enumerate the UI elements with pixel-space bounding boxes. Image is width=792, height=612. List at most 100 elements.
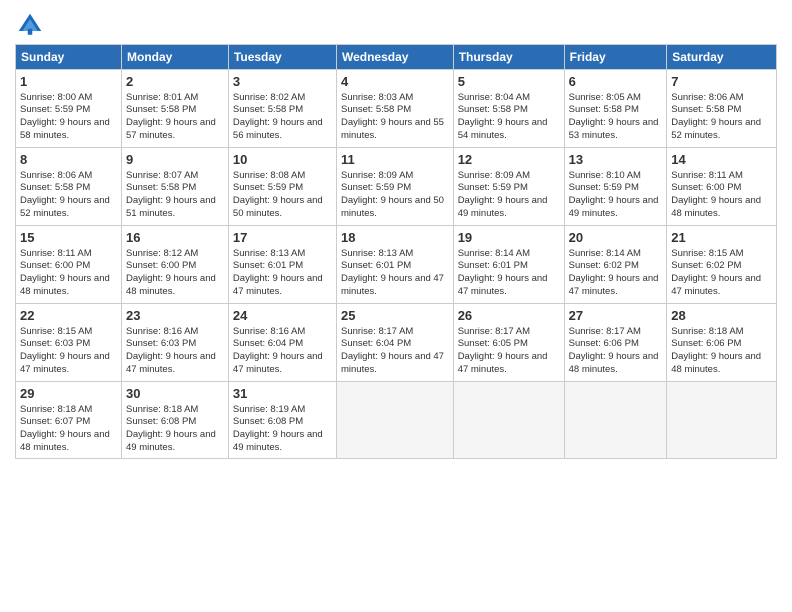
sunset-label: Sunset: 5:58 PM xyxy=(126,104,196,115)
calendar-cell: 5Sunrise: 8:04 AMSunset: 5:58 PMDaylight… xyxy=(453,70,564,148)
day-number: 7 xyxy=(671,73,772,91)
sunrise-label: Sunrise: 8:13 AM xyxy=(341,248,413,259)
sunset-label: Sunset: 6:03 PM xyxy=(126,338,196,349)
day-number: 3 xyxy=(233,73,332,91)
sunset-label: Sunset: 6:01 PM xyxy=(458,260,528,271)
daylight-label: Daylight: 9 hours and 50 minutes. xyxy=(341,195,444,219)
daylight-label: Daylight: 9 hours and 58 minutes. xyxy=(20,117,110,141)
calendar-cell: 9Sunrise: 8:07 AMSunset: 5:58 PMDaylight… xyxy=(122,148,229,226)
sunset-label: Sunset: 5:58 PM xyxy=(458,104,528,115)
sunrise-label: Sunrise: 8:05 AM xyxy=(569,92,641,103)
sunrise-label: Sunrise: 8:10 AM xyxy=(569,170,641,181)
calendar-cell: 10Sunrise: 8:08 AMSunset: 5:59 PMDayligh… xyxy=(228,148,336,226)
sunrise-label: Sunrise: 8:16 AM xyxy=(233,326,305,337)
calendar-cell: 8Sunrise: 8:06 AMSunset: 5:58 PMDaylight… xyxy=(16,148,122,226)
header-row xyxy=(15,10,777,40)
week-row-5: 29Sunrise: 8:18 AMSunset: 6:07 PMDayligh… xyxy=(16,382,777,459)
sunrise-label: Sunrise: 8:11 AM xyxy=(671,170,743,181)
calendar-cell: 25Sunrise: 8:17 AMSunset: 6:04 PM Dayligh… xyxy=(336,304,453,382)
daylight-label: Daylight: 9 hours and 47 minutes. xyxy=(458,351,548,375)
day-number: 23 xyxy=(126,307,224,325)
sunset-label: Sunset: 5:59 PM xyxy=(341,182,411,193)
sunrise-label: Sunrise: 8:03 AM xyxy=(341,92,413,103)
day-number: 1 xyxy=(20,73,117,91)
day-number: 16 xyxy=(126,229,224,247)
sunset-label: Sunset: 6:06 PM xyxy=(671,338,741,349)
daylight-label: Daylight: 9 hours and 50 minutes. xyxy=(233,195,323,219)
day-number: 31 xyxy=(233,385,332,403)
sunrise-label: Sunrise: 8:17 AM xyxy=(569,326,641,337)
daylight-label: Daylight: 9 hours and 48 minutes. xyxy=(20,273,110,297)
sunrise-label: Sunrise: 8:15 AM xyxy=(20,326,92,337)
sunset-label: Sunset: 6:06 PM xyxy=(569,338,639,349)
weekday-header-monday: Monday xyxy=(122,45,229,70)
calendar-cell: 30Sunrise: 8:18 AMSunset: 6:08 PMDayligh… xyxy=(122,382,229,459)
sunset-label: Sunset: 6:04 PM xyxy=(341,338,411,349)
calendar-cell: 21Sunrise: 8:15 AMSunset: 6:02 PMDayligh… xyxy=(667,226,777,304)
weekday-header-saturday: Saturday xyxy=(667,45,777,70)
sunrise-label: Sunrise: 8:18 AM xyxy=(20,404,92,415)
sunset-label: Sunset: 6:05 PM xyxy=(458,338,528,349)
sunrise-label: Sunrise: 8:11 AM xyxy=(20,248,92,259)
weekday-header-thursday: Thursday xyxy=(453,45,564,70)
daylight-label: Daylight: 9 hours and 56 minutes. xyxy=(233,117,323,141)
daylight-label: Daylight: 9 hours and 49 minutes. xyxy=(569,195,659,219)
calendar-cell: 20Sunrise: 8:14 AMSunset: 6:02 PMDayligh… xyxy=(564,226,667,304)
calendar-cell: 23Sunrise: 8:16 AMSunset: 6:03 PM Dayligh… xyxy=(122,304,229,382)
sunrise-label: Sunrise: 8:04 AM xyxy=(458,92,530,103)
daylight-label: Daylight: 9 hours and 57 minutes. xyxy=(126,117,216,141)
calendar-cell: 28Sunrise: 8:18 AMSunset: 6:06 PMDayligh… xyxy=(667,304,777,382)
calendar-cell: 11Sunrise: 8:09 AMSunset: 5:59 PMDayligh… xyxy=(336,148,453,226)
sunset-label: Sunset: 6:02 PM xyxy=(569,260,639,271)
day-number: 18 xyxy=(341,229,449,247)
sunrise-label: Sunrise: 8:17 AM xyxy=(341,326,413,337)
daylight-label: Daylight: 9 hours and 48 minutes. xyxy=(671,351,761,375)
calendar-cell: 6Sunrise: 8:05 AMSunset: 5:58 PMDaylight… xyxy=(564,70,667,148)
sunrise-label: Sunrise: 8:18 AM xyxy=(126,404,198,415)
sunset-label: Sunset: 6:02 PM xyxy=(671,260,741,271)
daylight-label: Daylight: 9 hours and 47 minutes. xyxy=(341,351,444,375)
sunrise-label: Sunrise: 8:00 AM xyxy=(20,92,92,103)
sunset-label: Sunset: 5:58 PM xyxy=(341,104,411,115)
sunset-label: Sunset: 5:58 PM xyxy=(126,182,196,193)
calendar-cell: 2Sunrise: 8:01 AMSunset: 5:58 PMDaylight… xyxy=(122,70,229,148)
day-number: 4 xyxy=(341,73,449,91)
daylight-label: Daylight: 9 hours and 53 minutes. xyxy=(569,117,659,141)
week-row-1: 1Sunrise: 8:00 AMSunset: 5:59 PMDaylight… xyxy=(16,70,777,148)
sunrise-label: Sunrise: 8:06 AM xyxy=(20,170,92,181)
sunrise-label: Sunrise: 8:13 AM xyxy=(233,248,305,259)
sunset-label: Sunset: 6:03 PM xyxy=(20,338,90,349)
sunset-label: Sunset: 5:59 PM xyxy=(458,182,528,193)
calendar-cell: 3Sunrise: 8:02 AMSunset: 5:58 PMDaylight… xyxy=(228,70,336,148)
calendar-cell xyxy=(336,382,453,459)
day-number: 29 xyxy=(20,385,117,403)
day-number: 20 xyxy=(569,229,663,247)
sunset-label: Sunset: 6:01 PM xyxy=(233,260,303,271)
sunrise-label: Sunrise: 8:16 AM xyxy=(126,326,198,337)
sunrise-label: Sunrise: 8:14 AM xyxy=(569,248,641,259)
weekday-header-sunday: Sunday xyxy=(16,45,122,70)
daylight-label: Daylight: 9 hours and 47 minutes. xyxy=(126,351,216,375)
daylight-label: Daylight: 9 hours and 55 minutes. xyxy=(341,117,444,141)
day-number: 8 xyxy=(20,151,117,169)
calendar-cell: 1Sunrise: 8:00 AMSunset: 5:59 PMDaylight… xyxy=(16,70,122,148)
daylight-label: Daylight: 9 hours and 47 minutes. xyxy=(341,273,444,297)
calendar-cell xyxy=(453,382,564,459)
calendar-cell: 15Sunrise: 8:11 AMSunset: 6:00 PMDayligh… xyxy=(16,226,122,304)
weekday-header-wednesday: Wednesday xyxy=(336,45,453,70)
calendar-cell: 29Sunrise: 8:18 AMSunset: 6:07 PMDayligh… xyxy=(16,382,122,459)
sunset-label: Sunset: 6:07 PM xyxy=(20,416,90,427)
day-number: 5 xyxy=(458,73,560,91)
sunset-label: Sunset: 5:58 PM xyxy=(671,104,741,115)
day-number: 25 xyxy=(341,307,449,325)
daylight-label: Daylight: 9 hours and 47 minutes. xyxy=(233,351,323,375)
calendar-cell: 4Sunrise: 8:03 AMSunset: 5:58 PM Daylight… xyxy=(336,70,453,148)
sunrise-label: Sunrise: 8:15 AM xyxy=(671,248,743,259)
calendar-cell xyxy=(667,382,777,459)
sunrise-label: Sunrise: 8:14 AM xyxy=(458,248,530,259)
day-number: 19 xyxy=(458,229,560,247)
daylight-label: Daylight: 9 hours and 48 minutes. xyxy=(126,273,216,297)
sunrise-label: Sunrise: 8:07 AM xyxy=(126,170,198,181)
logo-icon xyxy=(15,10,45,40)
daylight-label: Daylight: 9 hours and 47 minutes. xyxy=(20,351,110,375)
